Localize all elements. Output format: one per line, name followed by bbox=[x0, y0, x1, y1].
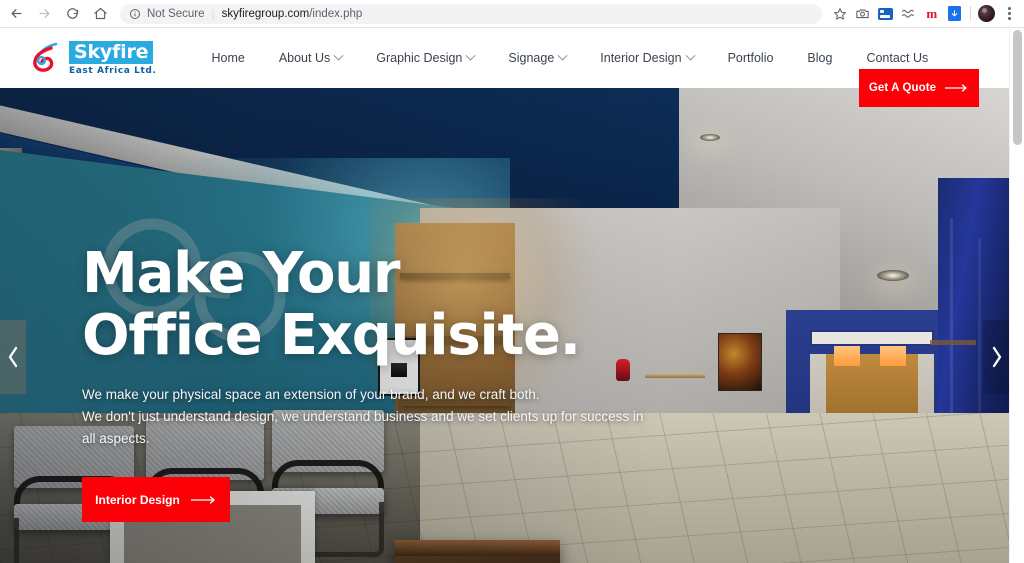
nav-label: Portfolio bbox=[727, 51, 774, 65]
hero-cta-label: Interior Design bbox=[95, 492, 180, 507]
hero-title: Make Your Office Exquisite. bbox=[82, 243, 722, 367]
site-header: Skyfire East Africa Ltd. Home About Us G… bbox=[0, 28, 1009, 107]
reload-icon[interactable] bbox=[58, 0, 86, 28]
arrow-right-icon bbox=[190, 495, 217, 504]
browser-nav-buttons bbox=[0, 0, 114, 28]
nav-label: Interior Design bbox=[600, 51, 682, 65]
chevron-down-icon bbox=[685, 50, 696, 61]
nav-label: Graphic Design bbox=[376, 51, 463, 65]
back-icon[interactable] bbox=[2, 0, 30, 28]
nav-label: About Us bbox=[278, 51, 331, 65]
omnibox-divider: | bbox=[211, 6, 215, 21]
nav-label: Blog bbox=[807, 51, 833, 65]
toolbar-divider bbox=[970, 6, 971, 21]
nav-item-interior-design[interactable]: Interior Design bbox=[583, 28, 710, 88]
interior-design-button[interactable]: Interior Design bbox=[82, 477, 230, 522]
carousel-next-button[interactable] bbox=[983, 320, 1009, 394]
nav-item-blog[interactable]: Blog bbox=[790, 28, 849, 88]
chevron-down-icon bbox=[465, 50, 476, 61]
logo-subtitle: East Africa Ltd. bbox=[69, 65, 157, 76]
hero-subtitle: We make your physical space an extension… bbox=[82, 384, 657, 450]
hero-title-line-2: Office Exquisite. bbox=[82, 303, 581, 368]
nav-item-home[interactable]: Home bbox=[194, 28, 261, 88]
nav-item-portfolio[interactable]: Portfolio bbox=[711, 28, 791, 88]
hero-title-line-1: Make Your bbox=[82, 241, 401, 306]
page-scrollbar[interactable] bbox=[1009, 28, 1024, 563]
downlight-icon bbox=[877, 270, 909, 281]
arrow-right-icon bbox=[945, 84, 969, 92]
browser-action-icons: m bbox=[828, 2, 1024, 25]
address-bar[interactable]: Not Secure | skyfiregroup.com/index.php bbox=[120, 3, 822, 24]
forward-icon[interactable] bbox=[30, 0, 58, 28]
home-icon[interactable] bbox=[86, 0, 114, 28]
nav-label: Home bbox=[211, 51, 245, 65]
skyfire-swoosh-icon bbox=[30, 42, 64, 74]
scrollbar-thumb[interactable] bbox=[1013, 30, 1022, 145]
wooden-desk bbox=[395, 540, 560, 563]
chevron-down-icon bbox=[333, 50, 344, 61]
transom-window bbox=[810, 330, 934, 346]
framed-artwork-colorful bbox=[718, 333, 762, 391]
nav-item-signage[interactable]: Signage bbox=[491, 28, 583, 88]
hero-subtitle-line-1: We make your physical space an extension… bbox=[82, 387, 540, 402]
hero-subtitle-line-3: all aspects. bbox=[82, 431, 150, 446]
screenshot-camera-icon[interactable] bbox=[851, 2, 874, 25]
nav-label: Signage bbox=[508, 51, 555, 65]
nav-item-graphic-design[interactable]: Graphic Design bbox=[359, 28, 491, 88]
hero-content: Make Your Office Exquisite. We make your… bbox=[82, 243, 722, 522]
logo-wordmark: Skyfire East Africa Ltd. bbox=[69, 40, 157, 76]
main-navigation: Home About Us Graphic Design Signage Int… bbox=[194, 28, 945, 88]
security-status-label: Not Secure bbox=[147, 7, 205, 20]
panel-rail bbox=[930, 340, 976, 345]
extension-m-icon[interactable]: m bbox=[920, 2, 943, 25]
quote-button-label: Get A Quote bbox=[868, 82, 937, 94]
chrome-menu-icon[interactable] bbox=[998, 2, 1021, 25]
browser-toolbar: Not Secure | skyfiregroup.com/index.php … bbox=[0, 0, 1024, 28]
url-text: skyfiregroup.com/index.php bbox=[221, 7, 363, 20]
site-logo[interactable]: Skyfire East Africa Ltd. bbox=[30, 40, 157, 76]
page-viewport: Skyfire East Africa Ltd. Home About Us G… bbox=[0, 28, 1024, 563]
hero-subtitle-line-2: We don't just understand design, we unde… bbox=[82, 409, 644, 424]
extension-blue-icon[interactable] bbox=[874, 2, 897, 25]
carousel-prev-button[interactable] bbox=[0, 320, 26, 394]
downlight-icon bbox=[700, 134, 720, 141]
not-secure-info-icon[interactable] bbox=[129, 8, 141, 20]
hero-carousel: Make Your Office Exquisite. We make your… bbox=[0, 88, 1009, 563]
chevron-down-icon bbox=[557, 50, 568, 61]
extension-download-icon[interactable] bbox=[943, 2, 966, 25]
get-a-quote-button[interactable]: Get A Quote bbox=[859, 69, 979, 107]
nav-item-about-us[interactable]: About Us bbox=[262, 28, 359, 88]
profile-avatar[interactable] bbox=[975, 2, 998, 25]
logo-name: Skyfire bbox=[69, 40, 154, 64]
extension-wave-icon[interactable] bbox=[897, 2, 920, 25]
bookmark-star-icon[interactable] bbox=[828, 2, 851, 25]
